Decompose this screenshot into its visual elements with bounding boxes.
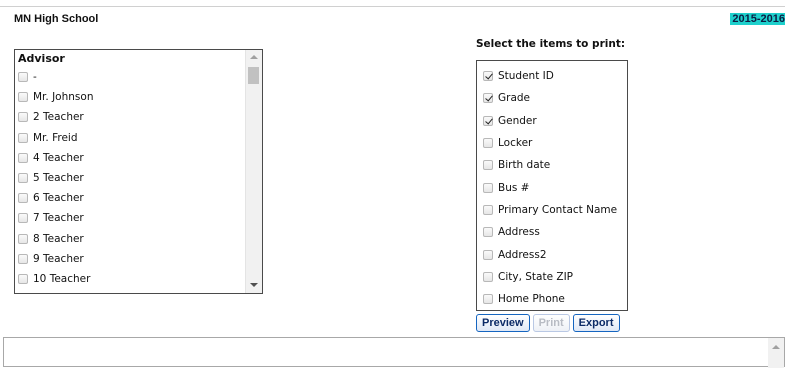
advisor-list: - Mr. Johnson 2 Teacher Mr. Freid 4 Teacher 5… [18, 67, 93, 289]
scroll-up-arrow-icon[interactable] [772, 345, 780, 349]
checkbox[interactable] [483, 71, 493, 82]
print-items-heading: Select the items to print: [476, 38, 626, 50]
print-item-option[interactable]: Bus # [483, 176, 617, 198]
scroll-down-arrow-icon[interactable] [250, 283, 258, 287]
output-textarea[interactable] [3, 337, 785, 368]
advisor-option[interactable]: 6 Teacher [18, 188, 93, 208]
checkbox[interactable] [483, 271, 493, 282]
print-item-option-label: Birth date [498, 159, 551, 172]
advisor-option[interactable]: 7 Teacher [18, 208, 93, 228]
print-item-option[interactable]: Address [483, 221, 617, 243]
advisor-option-label: - [33, 71, 37, 84]
print-items-listbox[interactable]: Student ID Grade Gender Locker Birth date Bus… [476, 60, 628, 311]
advisor-option-label: 8 Teacher [33, 232, 84, 245]
checkbox[interactable] [18, 112, 28, 123]
advisor-listbox[interactable]: Advisor - Mr. Johnson 2 Teacher Mr. Freid 4 … [14, 49, 263, 294]
print-item-option-label: Primary Contact Name [498, 203, 618, 216]
print-item-option-label: Gender [498, 114, 537, 127]
print-item-option-label: Student ID [498, 70, 554, 83]
print-item-option-label: Bus # [498, 181, 530, 194]
textarea-scrollbar[interactable] [768, 338, 784, 368]
advisor-option-label: Mr. Freid [33, 131, 78, 144]
advisor-option[interactable]: 4 Teacher [18, 148, 93, 168]
action-buttons: Preview Print Export [476, 314, 620, 332]
advisor-option-label: 2 Teacher [33, 111, 84, 124]
advisor-option[interactable]: Mr. Freid [18, 128, 93, 148]
checkbox[interactable] [18, 193, 28, 204]
advisor-option[interactable]: 10 Teacher [18, 269, 93, 289]
header-bar: MN High School 2015-2016 [0, 0, 785, 28]
checkbox[interactable] [483, 227, 493, 238]
advisor-option[interactable]: 8 Teacher [18, 229, 93, 249]
checkbox[interactable] [18, 132, 28, 143]
scroll-thumb[interactable] [248, 67, 259, 84]
advisor-option-label: 4 Teacher [33, 151, 84, 164]
checkbox[interactable] [483, 160, 493, 171]
checkbox[interactable] [18, 233, 28, 244]
advisor-option-label: 10 Teacher [33, 272, 91, 285]
print-item-option-label: Grade [498, 92, 531, 105]
print-item-option-label: Home Phone [498, 293, 565, 306]
advisor-heading: Advisor [18, 52, 65, 65]
print-items-list: Student ID Grade Gender Locker Birth date Bus… [483, 65, 617, 310]
preview-button[interactable]: Preview [476, 314, 530, 332]
advisor-option-label: 7 Teacher [33, 212, 84, 225]
advisor-option[interactable]: - [18, 67, 93, 87]
scroll-up-arrow-icon[interactable] [250, 55, 258, 59]
export-button[interactable]: Export [572, 314, 620, 332]
advisor-option-label: 6 Teacher [33, 192, 84, 205]
print-item-option[interactable]: Grade [483, 87, 617, 109]
advisor-scrollbar[interactable] [245, 50, 262, 293]
print-button[interactable]: Print [532, 314, 570, 332]
checkbox[interactable] [18, 273, 28, 284]
advisor-option[interactable]: 2 Teacher [18, 107, 93, 127]
checkbox[interactable] [18, 173, 28, 184]
checkbox[interactable] [483, 115, 493, 126]
checkbox[interactable] [18, 72, 28, 83]
advisor-option[interactable]: 9 Teacher [18, 249, 93, 269]
print-item-option-label: City, State ZIP [498, 270, 574, 283]
school-name: MN High School [14, 13, 99, 25]
advisor-option[interactable]: 5 Teacher [18, 168, 93, 188]
print-item-option[interactable]: City, State ZIP [483, 266, 617, 288]
school-year: 2015-2016 [730, 13, 785, 25]
checkbox[interactable] [483, 204, 493, 215]
advisor-option[interactable]: Mr. Johnson [18, 87, 93, 107]
print-item-option[interactable]: Gender [483, 110, 617, 132]
checkbox[interactable] [483, 249, 493, 260]
print-item-option[interactable]: Primary Contact Name [483, 199, 617, 221]
advisor-option-label: Mr. Johnson [33, 91, 94, 104]
checkbox[interactable] [18, 213, 28, 224]
print-item-option[interactable]: Locker [483, 132, 617, 154]
print-item-option-label: Address2 [498, 248, 547, 261]
print-item-option-label: Address [498, 226, 540, 239]
advisor-option-label: 5 Teacher [33, 172, 84, 185]
print-item-option[interactable]: Student ID [483, 65, 617, 87]
checkbox[interactable] [483, 294, 493, 305]
checkbox[interactable] [483, 93, 493, 104]
checkbox[interactable] [18, 253, 28, 264]
print-item-option[interactable]: Home Phone [483, 288, 617, 310]
print-item-option[interactable]: Address2 [483, 243, 617, 265]
print-item-option-label: Locker [498, 137, 533, 150]
checkbox[interactable] [483, 182, 493, 193]
checkbox[interactable] [18, 152, 28, 163]
checkbox[interactable] [18, 92, 28, 103]
checkbox[interactable] [483, 138, 493, 149]
advisor-option-label: 9 Teacher [33, 252, 84, 265]
print-item-option[interactable]: Birth date [483, 154, 617, 176]
